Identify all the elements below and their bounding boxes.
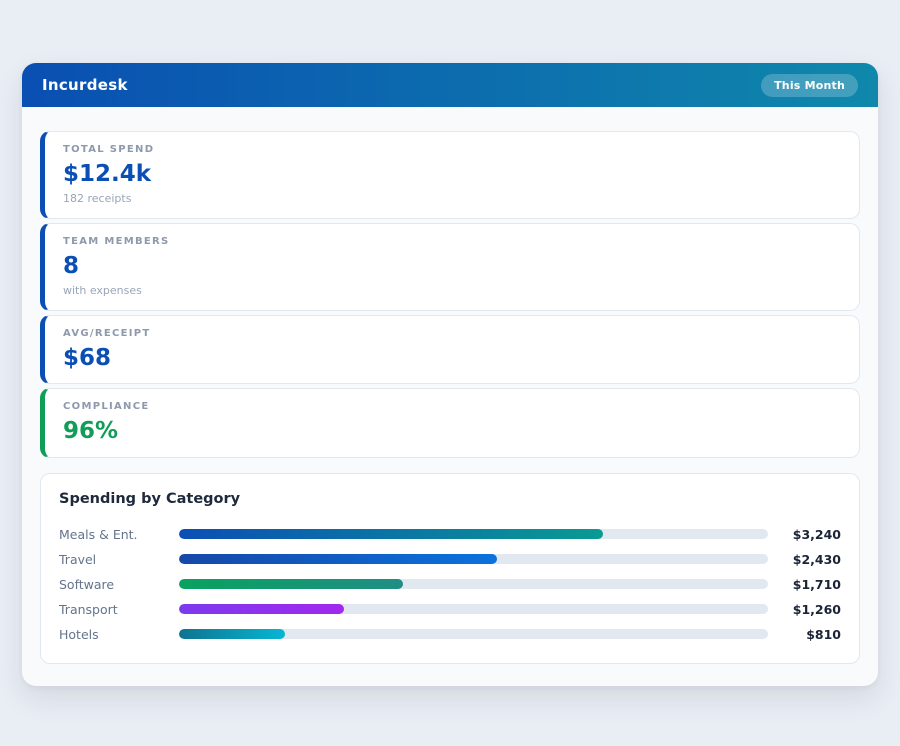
category-value: $1,260 <box>777 602 841 617</box>
stat-card-avg-receipt: AVG/RECEIPT $68 <box>40 315 860 384</box>
stat-label: TOTAL SPEND <box>63 144 841 155</box>
dashboard-content: TOTAL SPEND $12.4k 182 receipts TEAM MEM… <box>22 107 878 686</box>
bar-fill-meals <box>179 529 603 539</box>
spend-row-meals: Meals & Ent. $3,240 <box>59 522 841 547</box>
bar-track <box>179 629 768 639</box>
category-label: Transport <box>59 602 179 617</box>
period-badge[interactable]: This Month <box>761 74 858 97</box>
bar-fill-transport <box>179 604 344 614</box>
app-title: Incurdesk <box>42 76 128 94</box>
bar-fill-travel <box>179 554 497 564</box>
spend-row-travel: Travel $2,430 <box>59 547 841 572</box>
category-label: Software <box>59 577 179 592</box>
stat-value: $12.4k <box>63 162 841 186</box>
stat-label: COMPLIANCE <box>63 401 841 412</box>
category-label: Hotels <box>59 627 179 642</box>
bar-track <box>179 604 768 614</box>
spend-row-hotels: Hotels $810 <box>59 622 841 647</box>
category-label: Travel <box>59 552 179 567</box>
spending-title: Spending by Category <box>59 491 841 507</box>
stat-card-team-members: TEAM MEMBERS 8 with expenses <box>40 223 860 311</box>
spend-row-transport: Transport $1,260 <box>59 597 841 622</box>
stat-value: 8 <box>63 254 841 278</box>
stat-value: $68 <box>63 346 841 370</box>
spend-row-software: Software $1,710 <box>59 572 841 597</box>
spending-by-category-card: Spending by Category Meals & Ent. $3,240… <box>40 473 860 664</box>
bar-fill-software <box>179 579 403 589</box>
category-label: Meals & Ent. <box>59 527 179 542</box>
stat-subtext: with expenses <box>63 284 841 297</box>
category-value: $1,710 <box>777 577 841 592</box>
stat-card-compliance: COMPLIANCE 96% <box>40 388 860 457</box>
bar-track <box>179 579 768 589</box>
app-header: Incurdesk This Month <box>22 63 878 107</box>
stat-label: TEAM MEMBERS <box>63 236 841 247</box>
stat-subtext: 182 receipts <box>63 192 841 205</box>
stat-card-total-spend: TOTAL SPEND $12.4k 182 receipts <box>40 131 860 219</box>
category-value: $3,240 <box>777 527 841 542</box>
category-value: $810 <box>777 627 841 642</box>
stat-value: 96% <box>63 419 841 443</box>
bar-track <box>179 529 768 539</box>
stat-label: AVG/RECEIPT <box>63 328 841 339</box>
category-value: $2,430 <box>777 552 841 567</box>
bar-fill-hotels <box>179 629 285 639</box>
dashboard-panel: Incurdesk This Month TOTAL SPEND $12.4k … <box>22 63 878 686</box>
bar-track <box>179 554 768 564</box>
